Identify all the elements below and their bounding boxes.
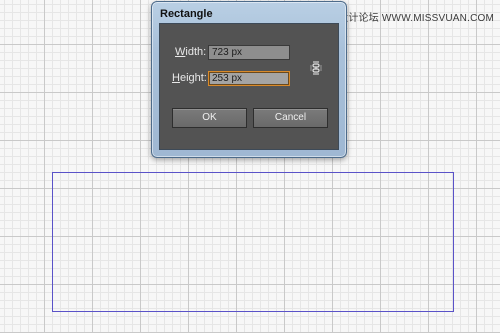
width-label-rest: idth:: [185, 46, 207, 58]
dialog-body: Width: 723 px Height: 253 px OK Cancel: [159, 23, 339, 150]
height-label: Height:: [172, 72, 207, 84]
height-label-accel: H: [172, 72, 180, 84]
dialog-title: Rectangle: [160, 8, 213, 20]
rectangle-dialog: Rectangle Width: 723 px Height: 253 px O…: [151, 1, 347, 158]
chain-link-icon[interactable]: [309, 60, 323, 76]
cancel-button[interactable]: Cancel: [253, 108, 328, 128]
width-label: Width:: [175, 46, 206, 58]
rectangle-shape[interactable]: [52, 172, 454, 312]
ok-button[interactable]: OK: [172, 108, 247, 128]
height-label-rest: eight:: [179, 72, 207, 84]
width-input[interactable]: 723 px: [208, 45, 290, 60]
width-label-accel: W: [175, 46, 186, 58]
height-input[interactable]: 253 px: [208, 71, 290, 86]
